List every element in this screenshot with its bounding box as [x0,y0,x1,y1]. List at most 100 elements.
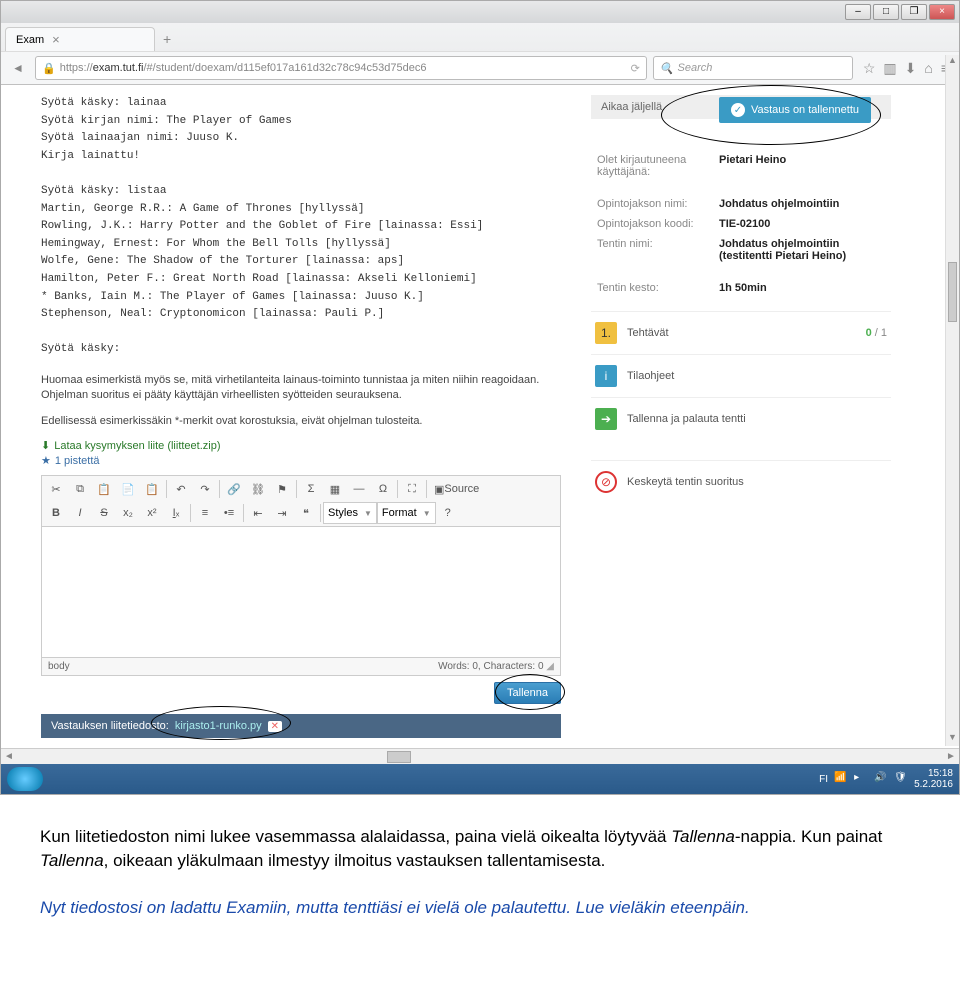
subscript-button[interactable]: x₂ [116,502,140,524]
save-button[interactable]: Tallenna [494,682,561,704]
strike-button[interactable]: S [92,502,116,524]
save-row: Tallenna [41,682,561,704]
download-attachment-link[interactable]: ⬇ Lataa kysymyksen liite (liitteet.zip) [41,439,561,452]
window-minimize-button[interactable]: – [845,4,871,20]
scroll-down-icon[interactable]: ▼ [946,732,959,746]
italic-button[interactable]: I [68,502,92,524]
status-words: Words: 0, Characters: 0 [438,661,543,672]
exam-info-table: Olet kirjautuneena käyttäjänä:Pietari He… [591,149,891,299]
attachment-remove-icon[interactable]: ✕ [268,721,282,732]
indent-button[interactable]: ⇥ [270,502,294,524]
table-button[interactable]: ▦ [323,478,347,500]
resize-handle-icon[interactable]: ◢ [546,661,554,672]
anchor-button[interactable]: ⚑ [270,478,294,500]
horizontal-scrollbar[interactable]: ◄ ► [1,748,959,764]
flag-icon[interactable]: ▸ [854,772,868,786]
unlink-button[interactable]: ⛓ [246,478,270,500]
tray-icon[interactable]: 📶 [834,772,848,786]
sidebar-item-abort[interactable]: ⊘ Keskeytä tentin suoritus [591,460,891,503]
bullet-list-button[interactable]: •≡ [217,502,241,524]
url-prefix: https:// [60,62,93,74]
search-bar[interactable]: 🔍 Search [653,56,853,80]
superscript-button[interactable]: x² [140,502,164,524]
bookmark-icon[interactable]: ☆ [863,60,876,77]
window-titlebar: – □ ❐ × [1,1,959,23]
sigma-button[interactable]: Σ [299,478,323,500]
abort-label: Keskeytä tentin suoritus [627,476,744,488]
search-icon: 🔍 [660,62,674,75]
info-row: Opintojakson koodi:TIE-02100 [593,215,889,233]
styles-select[interactable]: Styles▼ [323,502,377,524]
answer-attachment-row: Vastauksen liitetiedosto: kirjasto1-runk… [41,714,561,738]
editor-body[interactable] [42,527,560,657]
status-path: body [48,661,70,672]
window-close-button[interactable]: × [929,4,955,20]
outdent-button[interactable]: ⇤ [246,502,270,524]
browser-chrome: – □ ❐ × Exam × + ◄ 🔒 https://exam.tut.fi… [1,1,959,85]
attachment-filename[interactable]: kirjasto1-runko.py [175,720,262,732]
source-button[interactable]: ▣ Source [429,478,484,500]
tab-bar: Exam × + [1,23,959,51]
window-maximize-button[interactable]: □ [873,4,899,20]
paste-text-button[interactable]: 📄 [116,478,140,500]
browser-tab[interactable]: Exam × [5,27,155,51]
lang-indicator[interactable]: FI [819,774,828,785]
help-button[interactable]: ? [436,502,460,524]
volume-icon[interactable]: 🔊 [874,772,888,786]
remove-format-button[interactable]: Iₓ [164,502,188,524]
shield-icon[interactable]: 🛡 [894,772,908,786]
scroll-left-icon[interactable]: ◄ [1,751,17,762]
undo-button[interactable]: ↶ [169,478,193,500]
attachment-label: Vastauksen liitetiedosto: [51,720,169,732]
info-row: Tentin kesto:1h 50min [593,279,889,297]
paste-word-button[interactable]: 📋 [140,478,164,500]
points-label: 1 pistettä [55,455,100,467]
cut-button[interactable]: ✂ [44,478,68,500]
window-restore-button[interactable]: ❐ [901,4,927,20]
lock-icon: 🔒 [42,62,56,75]
saved-toast: ✓ Vastaus on tallennettu [719,97,871,123]
hr-button[interactable]: ― [347,478,371,500]
scroll-thumb[interactable] [948,262,957,322]
start-button[interactable] [7,767,43,791]
clock[interactable]: 15:18 5.2.2016 [914,768,953,790]
numbered-list-button[interactable]: ≡ [193,502,217,524]
url-bar[interactable]: 🔒 https://exam.tut.fi/#/student/doexam/d… [35,56,647,80]
library-icon[interactable]: ▥ [883,60,896,77]
downloads-icon[interactable]: ⬇ [905,60,917,77]
download-icon: ⬇ [41,439,50,452]
windows-taskbar: FI 📶 ▸ 🔊 🛡 15:18 5.2.2016 [1,764,959,794]
app-content: Syötä käsky: lainaa Syötä kirjan nimi: T… [1,85,959,748]
submit-label: Tallenna ja palauta tentti [627,413,746,425]
vertical-scrollbar[interactable]: ▲ ▼ [945,55,959,746]
reload-icon[interactable]: ⟳ [631,62,640,75]
instruction-paragraph-2: Edellisessä esimerkissäkin *-merkit ovat… [41,414,561,429]
instructions-label: Tilaohjeet [627,370,674,382]
info-row: Opintojakson nimi:Johdatus ohjelmointiin [593,195,889,213]
url-path: /#/student/doexam/d115ef017a161d32c78c94… [143,62,426,74]
system-tray: FI 📶 ▸ 🔊 🛡 15:18 5.2.2016 [819,768,953,790]
special-char-button[interactable]: Ω [371,478,395,500]
copy-button[interactable]: ⧉ [68,478,92,500]
format-select[interactable]: Format▼ [377,502,436,524]
arrow-right-icon: ➔ [595,408,617,430]
tab-close-icon[interactable]: × [52,32,60,47]
back-button[interactable]: ◄ [7,57,29,79]
sidebar-item-questions[interactable]: 1. Tehtävät 0 / 1 [591,311,891,354]
link-button[interactable]: 🔗 [222,478,246,500]
scroll-right-icon[interactable]: ► [943,751,959,762]
sidebar-item-instructions[interactable]: i Tilaohjeet [591,354,891,397]
document-explanation: Kun liitetiedoston nimi lukee vasemmassa… [0,795,960,950]
blockquote-button[interactable]: ❝ [294,502,318,524]
sidebar-item-submit[interactable]: ➔ Tallenna ja palauta tentti [591,397,891,440]
home-icon[interactable]: ⌂ [924,60,932,77]
redo-button[interactable]: ↷ [193,478,217,500]
sidebar: Aikaa jäljellä ✓ Vastaus on tallennettu … [591,95,891,738]
info-icon: i [595,365,617,387]
bold-button[interactable]: B [44,502,68,524]
new-tab-button[interactable]: + [155,29,179,49]
scroll-up-icon[interactable]: ▲ [946,55,959,69]
hscroll-thumb[interactable] [387,751,411,763]
maximize-button[interactable]: ⛶ [400,478,424,500]
paste-button[interactable]: 📋 [92,478,116,500]
